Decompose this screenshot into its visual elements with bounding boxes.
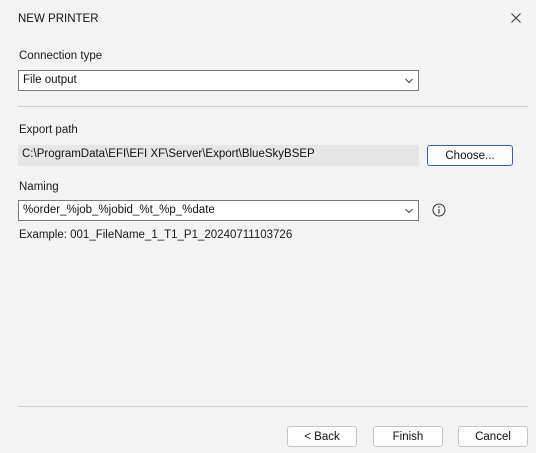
back-button[interactable]: < Back <box>287 426 357 447</box>
chevron-down-icon <box>405 208 413 214</box>
naming-select[interactable]: %order_%job_%jobid_%t_%p_%date <box>18 200 419 221</box>
finish-button[interactable]: Finish <box>373 426 443 447</box>
cancel-button[interactable]: Cancel <box>458 426 528 447</box>
naming-label: Naming <box>19 181 59 193</box>
chevron-down-icon <box>405 78 413 84</box>
export-path-label: Export path <box>19 124 78 136</box>
section-divider <box>18 106 528 107</box>
connection-type-select[interactable]: File output <box>18 70 419 91</box>
naming-value: %order_%job_%jobid_%t_%p_%date <box>23 204 215 216</box>
close-button[interactable] <box>496 0 536 36</box>
connection-type-label: Connection type <box>19 50 103 62</box>
new-printer-dialog: NEW PRINTER Connection type File output … <box>0 0 536 453</box>
title-bar: NEW PRINTER <box>0 0 536 36</box>
connection-type-value: File output <box>23 74 77 86</box>
footer-divider <box>18 406 528 407</box>
choose-button[interactable]: Choose... <box>427 145 513 166</box>
export-path-field: C:\ProgramData\EFI\EFI XF\Server\Export\… <box>18 145 419 166</box>
dialog-title: NEW PRINTER <box>18 13 99 25</box>
dialog-content: Connection type File output Export path … <box>0 36 536 453</box>
naming-example: Example: 001_FileName_1_T1_P1_2024071110… <box>19 229 293 241</box>
export-path-value: C:\ProgramData\EFI\EFI XF\Server\Export\… <box>22 148 315 160</box>
info-icon[interactable] <box>432 203 446 217</box>
close-icon <box>511 13 521 23</box>
